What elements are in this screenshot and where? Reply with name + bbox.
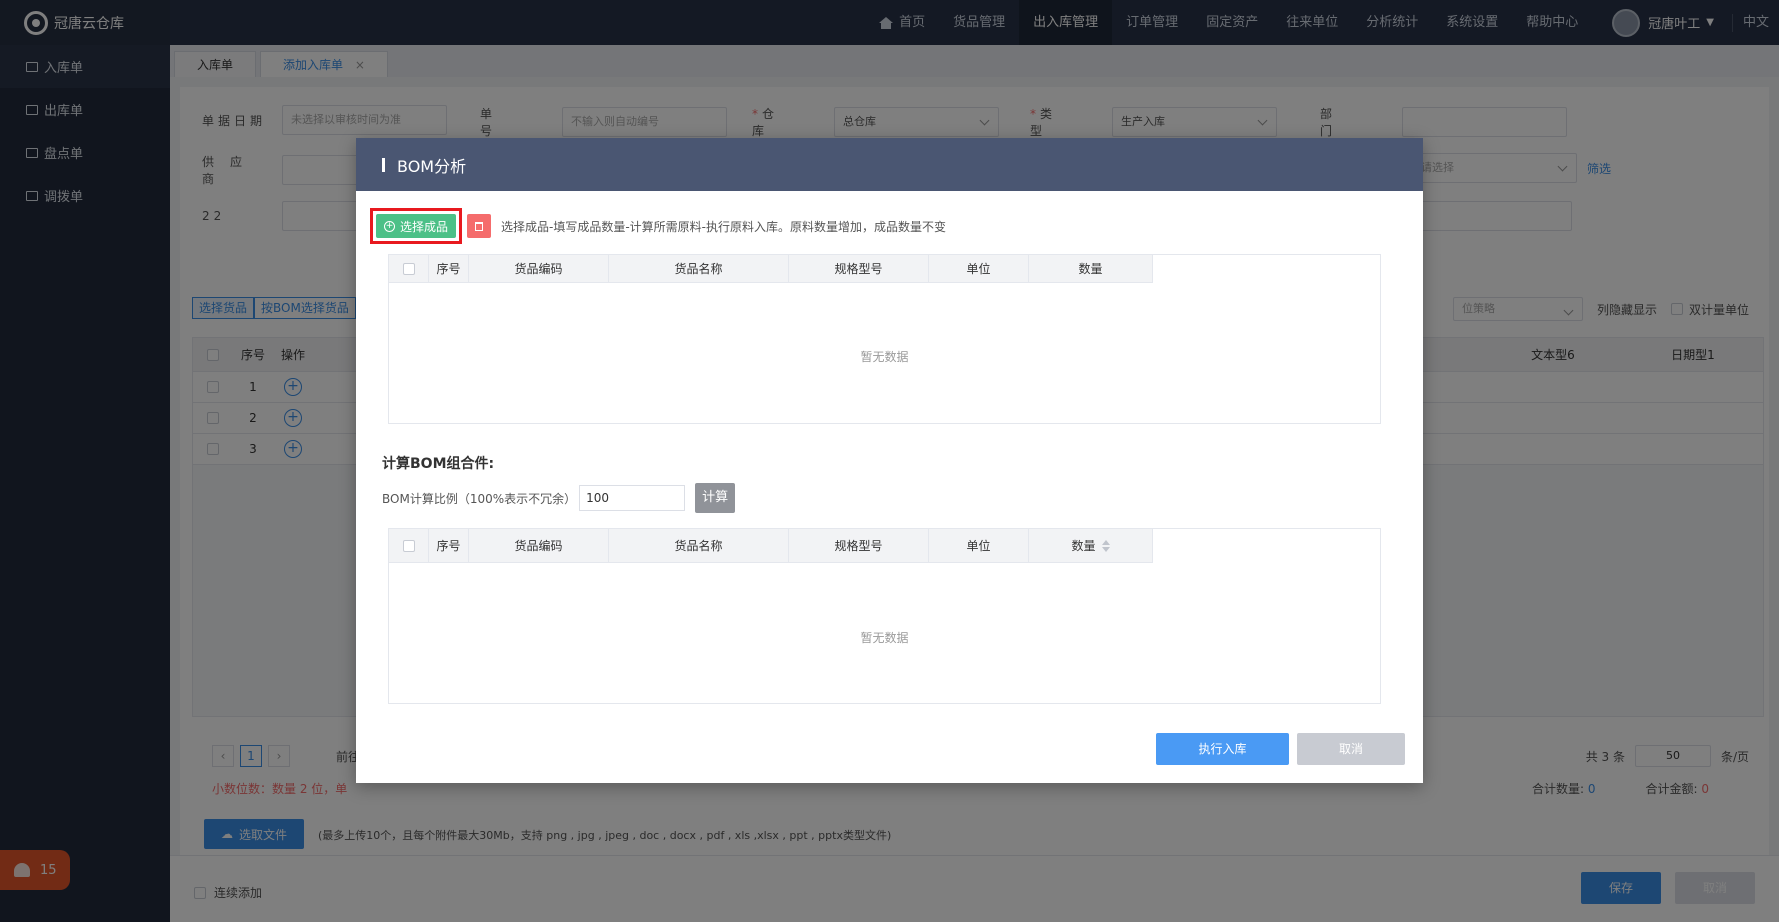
sort-icon[interactable] (1101, 539, 1110, 552)
component-table: 序号 货品编码 货品名称 规格型号 单位 数量 暂无数据 (388, 528, 1381, 704)
empty-state: 暂无数据 (860, 631, 909, 645)
col-name: 货品名称 (609, 529, 789, 562)
ratio-row: BOM计算比例（100%表示不冗余） 100 计算 (382, 483, 736, 513)
product-table: 序号 货品编码 货品名称 规格型号 单位 数量 暂无数据 (388, 254, 1381, 424)
col-qty: 数量 (1029, 255, 1153, 282)
calc-section-title: 计算BOM组合件: (382, 456, 495, 472)
select-product-button[interactable]: + 选择成品 (376, 214, 457, 238)
col-spec: 规格型号 (789, 529, 929, 562)
empty-state: 暂无数据 (860, 350, 909, 364)
delete-button[interactable] (467, 214, 492, 238)
table-header: 序号 货品编码 货品名称 规格型号 单位 数量 (389, 255, 1153, 283)
bom-tip: 选择成品-填写成品数量-计算所需原料-执行原料入库。原料数量增加，成品数量不变 (501, 219, 947, 234)
title-marker (382, 157, 385, 172)
col-qty[interactable]: 数量 (1029, 529, 1153, 562)
col-unit: 单位 (929, 255, 1029, 282)
col-code: 货品编码 (469, 255, 609, 282)
ratio-input[interactable]: 100 (579, 485, 686, 511)
modal-header: BOM分析 (356, 138, 1423, 191)
col-spec: 规格型号 (789, 255, 929, 282)
modal-toolbar: + 选择成品 选择成品-填写成品数量-计算所需原料-执行原料入库。原料数量增加，… (370, 208, 946, 244)
col-unit: 单位 (929, 529, 1029, 562)
bom-analysis-modal: BOM分析 + 选择成品 选择成品-填写成品数量-计算所需原料-执行原料入库。原… (356, 138, 1423, 783)
col-seq: 序号 (429, 529, 469, 562)
trash-icon (475, 221, 484, 231)
col-name: 货品名称 (609, 255, 789, 282)
col-seq: 序号 (429, 255, 469, 282)
modal-cancel-button[interactable]: 取消 (1297, 733, 1405, 765)
execute-inbound-button[interactable]: 执行入库 (1156, 733, 1289, 765)
checkbox[interactable] (402, 539, 415, 552)
col-code: 货品编码 (469, 529, 609, 562)
plus-circle-icon: + (384, 220, 395, 232)
table-header: 序号 货品编码 货品名称 规格型号 单位 数量 (389, 529, 1153, 563)
calculate-button[interactable]: 计算 (695, 483, 736, 513)
checkbox[interactable] (402, 262, 415, 275)
modal-title: BOM分析 (397, 156, 467, 176)
ratio-label: BOM计算比例（100%表示不冗余） (382, 491, 577, 506)
highlight-box: + 选择成品 (370, 208, 463, 244)
